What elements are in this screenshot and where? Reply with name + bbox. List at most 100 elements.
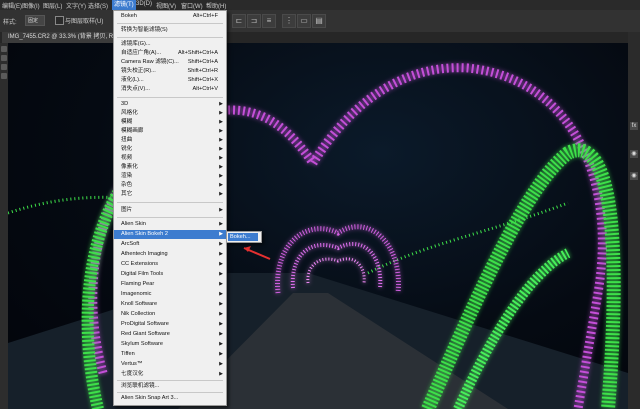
menu-item-sharpen[interactable]: 锐化 ▶ [114, 145, 226, 154]
filter-menu: Bokeh Alt+Ctrl+F 转换为智能滤镜(S) 滤镜库(G)... 自适… [113, 10, 227, 406]
marquee-tool-icon[interactable] [1, 55, 7, 61]
menu-item-label: 浏览联机滤镜... [121, 383, 160, 389]
crop-tool-icon[interactable] [1, 73, 7, 79]
menu-item-stylize[interactable]: 风格化 ▶ [114, 109, 226, 118]
menu-item-other[interactable]: 其它 ▶ [114, 190, 226, 199]
menu-help[interactable]: 帮助(H) [206, 1, 226, 10]
menu-item-video[interactable]: 视频 ▶ [114, 154, 226, 163]
menu-item-label: Vertus™ [121, 361, 143, 367]
sample-layers-checkbox[interactable] [55, 16, 64, 25]
align-center-icon[interactable]: ⊐ [247, 14, 261, 28]
lens-correction-item[interactable]: 镜头校正(R)... Shift+Ctrl+R [114, 67, 226, 76]
vanishing-point-item[interactable]: 消失点(V)... Alt+Ctrl+V [114, 85, 226, 94]
menu-item-shortcut: Alt+Ctrl+V [192, 86, 219, 92]
tool-strip [0, 43, 8, 409]
menu-item-shortcut: Shift+Ctrl+X [187, 77, 218, 83]
style-label: 样式: [3, 20, 17, 26]
menu-3d[interactable]: 3D(D) [136, 1, 152, 7]
menu-item-label: Athentech Imaging [121, 251, 168, 257]
menu-item-cc-extensions[interactable]: CC Extensions ▶ [114, 260, 226, 269]
last-filter-label: Bokeh [121, 13, 137, 19]
menu-edit[interactable]: 编辑(E) [2, 1, 22, 10]
menu-item-alien-skin[interactable]: Alien Skin ▶ [114, 220, 226, 229]
menu-item-label: 像素化 [121, 164, 138, 170]
menu-window[interactable]: 窗口(W) [181, 1, 203, 10]
filter-gallery-item[interactable]: 滤镜库(G)... [114, 40, 226, 49]
last-filter-item[interactable]: Bokeh Alt+Ctrl+F [114, 12, 226, 21]
visibility-icon[interactable]: ◉ [630, 150, 638, 158]
menu-select[interactable]: 选择(S) [88, 1, 108, 10]
menu-item-shortcut: Shift+Ctrl+R [187, 68, 218, 74]
menu-item-noise[interactable]: 杂色 ▶ [114, 181, 226, 190]
submenu-arrow-icon: ▶ [219, 207, 223, 213]
submenu-arrow-icon: ▶ [219, 101, 223, 107]
menu-item-vertus[interactable]: Vertus™ ▶ [114, 360, 226, 369]
menu-item-athentech[interactable]: Athentech Imaging ▶ [114, 250, 226, 259]
submenu-arrow-icon: ▶ [219, 261, 223, 267]
menu-item-label: 杂色 [121, 182, 133, 188]
menu-separator [117, 392, 223, 393]
menu-item-label: 模糊画廊 [121, 128, 144, 134]
menu-view[interactable]: 视图(V) [156, 1, 176, 10]
submenu-arrow-icon: ▶ [219, 331, 223, 337]
submenu-arrow-icon: ▶ [219, 119, 223, 125]
submenu-arrow-icon: ▶ [219, 251, 223, 257]
canvas-artwork [8, 63, 628, 409]
camera-raw-filter-item[interactable]: Camera Raw 滤镜(C)... Shift+Ctrl+A [114, 58, 226, 67]
move-tool-icon[interactable] [1, 46, 7, 52]
menu-item-prodigital[interactable]: ProDigital Software ▶ [114, 320, 226, 329]
menu-image[interactable]: 图像(I) [22, 1, 40, 10]
transform-icon[interactable]: ▭ [297, 14, 311, 28]
convert-smart-filter-item[interactable]: 转换为智能滤镜(S) [114, 26, 226, 35]
bokeh-submenu: Bokeh... [226, 231, 262, 243]
menu-type[interactable]: 文字(Y) [66, 1, 86, 10]
style-select[interactable]: 固定 [25, 15, 45, 26]
submenu-arrow-icon: ▶ [219, 281, 223, 287]
align-right-icon[interactable]: ≡ [262, 14, 276, 28]
submenu-arrow-icon: ▶ [219, 241, 223, 247]
menu-item-pictures[interactable]: 图片 ▶ [114, 206, 226, 215]
menu-filter[interactable]: 滤镜(T) [112, 0, 136, 10]
menu-item-3d[interactable]: 3D ▶ [114, 100, 226, 109]
align-left-icon[interactable]: ⊏ [232, 14, 246, 28]
menu-item-label: 扭曲 [121, 137, 133, 143]
menu-item-skylum[interactable]: Skylum Software ▶ [114, 340, 226, 349]
browse-online-filters-item[interactable]: 浏览联机滤镜... [114, 382, 226, 391]
menu-item-blur[interactable]: 模糊 ▶ [114, 118, 226, 127]
menu-item-blur-gallery[interactable]: 模糊画廊 ▶ [114, 127, 226, 136]
adaptive-wide-angle-item[interactable]: 自适应广角(A)... Alt+Shift+Ctrl+A [114, 49, 226, 58]
menu-item-red-giant[interactable]: Red Giant Software ▶ [114, 330, 226, 339]
menu-item-label: Skylum Software [121, 341, 163, 347]
menu-item-imagenomic[interactable]: Imagenomic ▶ [114, 290, 226, 299]
menu-item-pixelate[interactable]: 像素化 ▶ [114, 163, 226, 172]
menu-item-tiffen[interactable]: Tiffen ▶ [114, 350, 226, 359]
menu-separator [117, 23, 223, 24]
submenu-bokeh-item[interactable]: Bokeh... [228, 233, 258, 241]
submenu-arrow-icon: ▶ [219, 361, 223, 367]
lasso-tool-icon[interactable] [1, 64, 7, 70]
menu-item-label: 镜头校正(R)... [121, 68, 156, 74]
menu-separator [117, 217, 223, 218]
menu-item-snap-art[interactable]: Alien Skin Snap Art 3... [114, 394, 226, 403]
menu-item-distort[interactable]: 扭曲 ▶ [114, 136, 226, 145]
menu-item-digital-film-tools[interactable]: Digital Film Tools ▶ [114, 270, 226, 279]
menu-item-knoll-software[interactable]: Knoll Software ▶ [114, 300, 226, 309]
menu-item-alien-skin-bokeh-2[interactable]: Alien Skin Bokeh 2 ▶ [114, 230, 226, 239]
submenu-arrow-icon: ▶ [219, 341, 223, 347]
menu-item-label: Knoll Software [121, 301, 158, 307]
visibility-icon-2[interactable]: ◉ [630, 172, 638, 180]
submenu-arrow-icon: ▶ [219, 182, 223, 188]
arrange-icon[interactable]: ▤ [312, 14, 326, 28]
menu-layer[interactable]: 图层(L) [43, 1, 62, 10]
image-canvas[interactable] [8, 43, 628, 409]
fx-icon[interactable]: fx [630, 122, 638, 130]
menu-item-arcsoft[interactable]: ArcSoft ▶ [114, 240, 226, 249]
menu-item-flaming-pear[interactable]: Flaming Pear ▶ [114, 280, 226, 289]
menu-item-label: CC Extensions [121, 261, 158, 267]
liquify-item[interactable]: 液化(L)... Shift+Ctrl+X [114, 76, 226, 85]
menu-item-chinese-localization[interactable]: 七度汉化 ▶ [114, 370, 226, 379]
menu-item-nik-collection[interactable]: Nik Collection ▶ [114, 310, 226, 319]
menu-item-render[interactable]: 渲染 ▶ [114, 172, 226, 181]
distribute-icon[interactable]: ⋮ [282, 14, 296, 28]
submenu-arrow-icon: ▶ [219, 311, 223, 317]
